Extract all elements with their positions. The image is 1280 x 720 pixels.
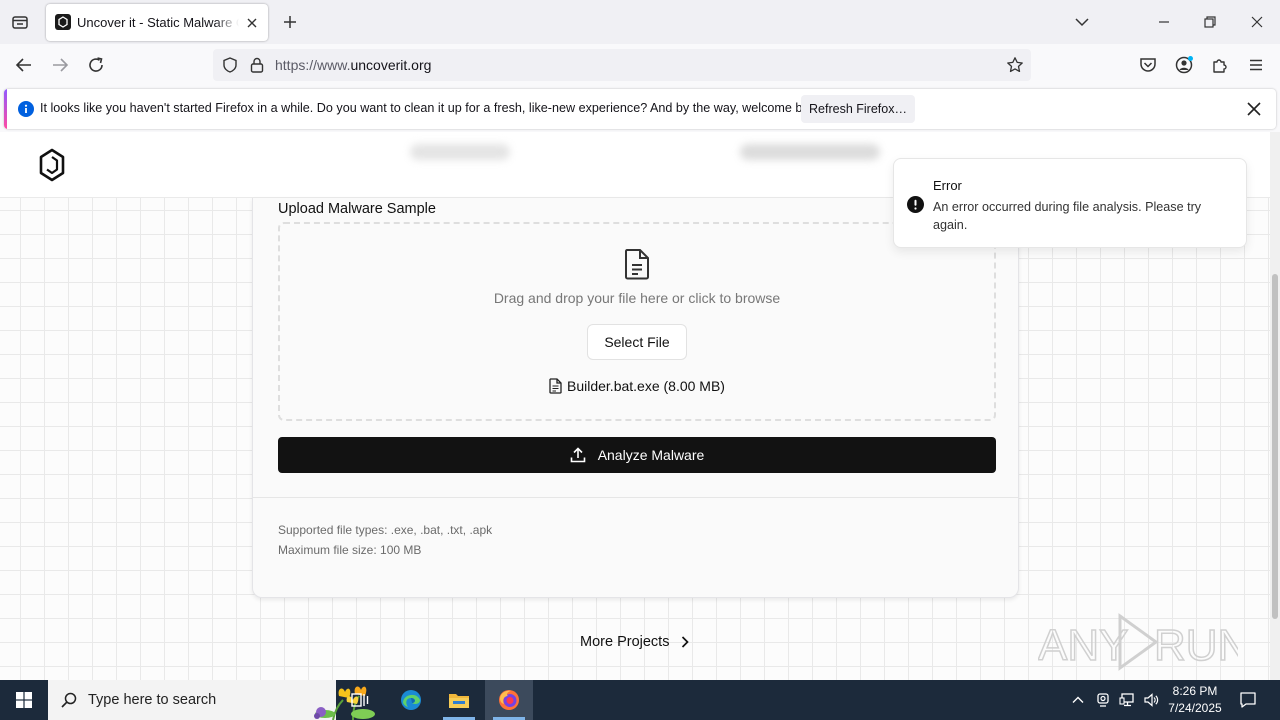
selected-file-name: Builder.bat.exe (8.00 MB) bbox=[567, 378, 725, 394]
file-dropzone[interactable]: Drag and drop your file here or click to… bbox=[278, 222, 996, 421]
error-toast: Error An error occurred during file anal… bbox=[893, 158, 1247, 248]
tray-device-icon[interactable] bbox=[1095, 692, 1111, 708]
info-icon bbox=[18, 101, 34, 117]
supported-file-types: Supported file types: .exe, .bat, .txt, … bbox=[278, 523, 493, 537]
edge-icon bbox=[401, 690, 421, 710]
folder-icon bbox=[449, 694, 469, 708]
blurred-nav-item bbox=[740, 144, 880, 160]
bookmark-star-icon[interactable] bbox=[1006, 56, 1024, 74]
watermark-text-right: RUN bbox=[1154, 621, 1238, 670]
account-avatar-icon[interactable] bbox=[1173, 54, 1195, 76]
url-scheme: https://www. bbox=[275, 57, 351, 73]
extensions-puzzle-icon[interactable] bbox=[1209, 54, 1231, 76]
tracking-protection-shield-icon[interactable] bbox=[221, 56, 239, 74]
minimize-window-icon[interactable] bbox=[1154, 12, 1174, 32]
taskbar-clock[interactable]: 8:26 PM 7/24/2025 bbox=[1160, 683, 1230, 717]
forward-arrow-icon[interactable] bbox=[49, 54, 71, 76]
error-alert-icon bbox=[907, 196, 924, 213]
firefox-taskbar-button[interactable] bbox=[485, 680, 533, 720]
volume-speaker-icon[interactable] bbox=[1143, 692, 1159, 708]
scrollbar-thumb[interactable] bbox=[1272, 274, 1278, 619]
url-text[interactable]: https://www.uncoverit.org bbox=[275, 57, 431, 73]
edge-taskbar-button[interactable] bbox=[387, 680, 435, 720]
address-bar[interactable]: https://www.uncoverit.org bbox=[213, 49, 1031, 81]
site-favicon-icon bbox=[55, 14, 71, 30]
firefox-icon bbox=[499, 690, 519, 710]
task-view-icon bbox=[351, 693, 369, 707]
file-icon bbox=[549, 378, 562, 394]
lock-icon[interactable] bbox=[249, 56, 265, 74]
browser-tab-bar: Uncover it - Static Malware Con bbox=[0, 0, 1280, 44]
card-divider bbox=[253, 497, 1018, 498]
clock-time: 8:26 PM bbox=[1172, 684, 1218, 698]
list-all-tabs-chevron-icon[interactable] bbox=[1072, 12, 1092, 32]
refresh-firefox-button[interactable]: Refresh Firefox… bbox=[801, 95, 915, 123]
close-window-icon[interactable] bbox=[1247, 12, 1267, 32]
browser-tab-active[interactable]: Uncover it - Static Malware Con bbox=[46, 4, 268, 41]
windows-taskbar: Type here to search 8:26 PM 7/24/2025 bbox=[0, 680, 1280, 720]
maximum-file-size: Maximum file size: 100 MB bbox=[278, 543, 422, 557]
notification-accent-bar bbox=[4, 89, 7, 129]
restore-window-icon[interactable] bbox=[1200, 12, 1220, 32]
reload-icon[interactable] bbox=[85, 54, 107, 76]
analyze-button-label: Analyze Malware bbox=[597, 447, 705, 463]
start-button[interactable] bbox=[0, 680, 48, 720]
clock-date: 7/24/2025 bbox=[1168, 701, 1222, 715]
network-icon[interactable] bbox=[1119, 692, 1135, 708]
tab-list-icon[interactable] bbox=[8, 10, 32, 34]
notification-message: It looks like you haven't started Firefo… bbox=[40, 101, 826, 115]
upload-section-label: Upload Malware Sample bbox=[278, 201, 436, 217]
close-notification-icon[interactable] bbox=[1245, 100, 1263, 118]
analyze-malware-button[interactable]: Analyze Malware bbox=[278, 437, 996, 473]
chevron-right-icon bbox=[679, 635, 691, 649]
selected-file: Builder.bat.exe (8.00 MB) bbox=[280, 376, 994, 396]
anyrun-watermark: ANY RUN bbox=[1038, 610, 1238, 674]
pocket-icon[interactable] bbox=[1137, 54, 1159, 76]
windows-logo-icon bbox=[16, 692, 32, 708]
more-projects-link[interactable]: More Projects bbox=[580, 632, 691, 652]
toast-message: An error occurred during file analysis. … bbox=[933, 200, 1202, 232]
blurred-nav-item bbox=[410, 144, 510, 160]
search-placeholder: Type here to search bbox=[88, 692, 217, 708]
more-projects-label: More Projects bbox=[580, 634, 670, 650]
url-host: uncoverit.org bbox=[350, 57, 432, 73]
select-file-button[interactable]: Select File bbox=[587, 324, 687, 360]
app-menu-hamburger-icon[interactable] bbox=[1245, 54, 1267, 76]
dropzone-instructions: Drag and drop your file here or click to… bbox=[493, 290, 781, 306]
tab-title: Uncover it - Static Malware Con bbox=[77, 15, 239, 30]
file-explorer-taskbar-button[interactable] bbox=[435, 680, 483, 720]
refresh-firefox-notification: It looks like you haven't started Firefo… bbox=[4, 89, 1276, 129]
task-view-button[interactable] bbox=[336, 680, 384, 720]
upload-card: Upload Malware Sample Drag and drop your… bbox=[252, 198, 1019, 598]
browser-nav-bar: https://www.uncoverit.org bbox=[0, 44, 1280, 86]
back-arrow-icon[interactable] bbox=[13, 54, 35, 76]
show-hidden-icons-chevron-up-icon[interactable] bbox=[1070, 692, 1086, 708]
search-icon bbox=[60, 691, 78, 709]
action-center-notification-icon[interactable] bbox=[1238, 690, 1258, 710]
page-scrollbar[interactable] bbox=[1270, 132, 1280, 680]
new-tab-icon[interactable] bbox=[280, 12, 300, 32]
toast-title: Error bbox=[933, 178, 962, 193]
uncoverit-logo-icon[interactable] bbox=[38, 148, 66, 182]
watermark-text-left: ANY bbox=[1038, 621, 1128, 670]
taskbar-search-box[interactable]: Type here to search bbox=[48, 680, 375, 720]
tab-close-icon[interactable] bbox=[244, 15, 260, 31]
upload-icon bbox=[570, 447, 586, 463]
document-icon bbox=[622, 248, 652, 280]
